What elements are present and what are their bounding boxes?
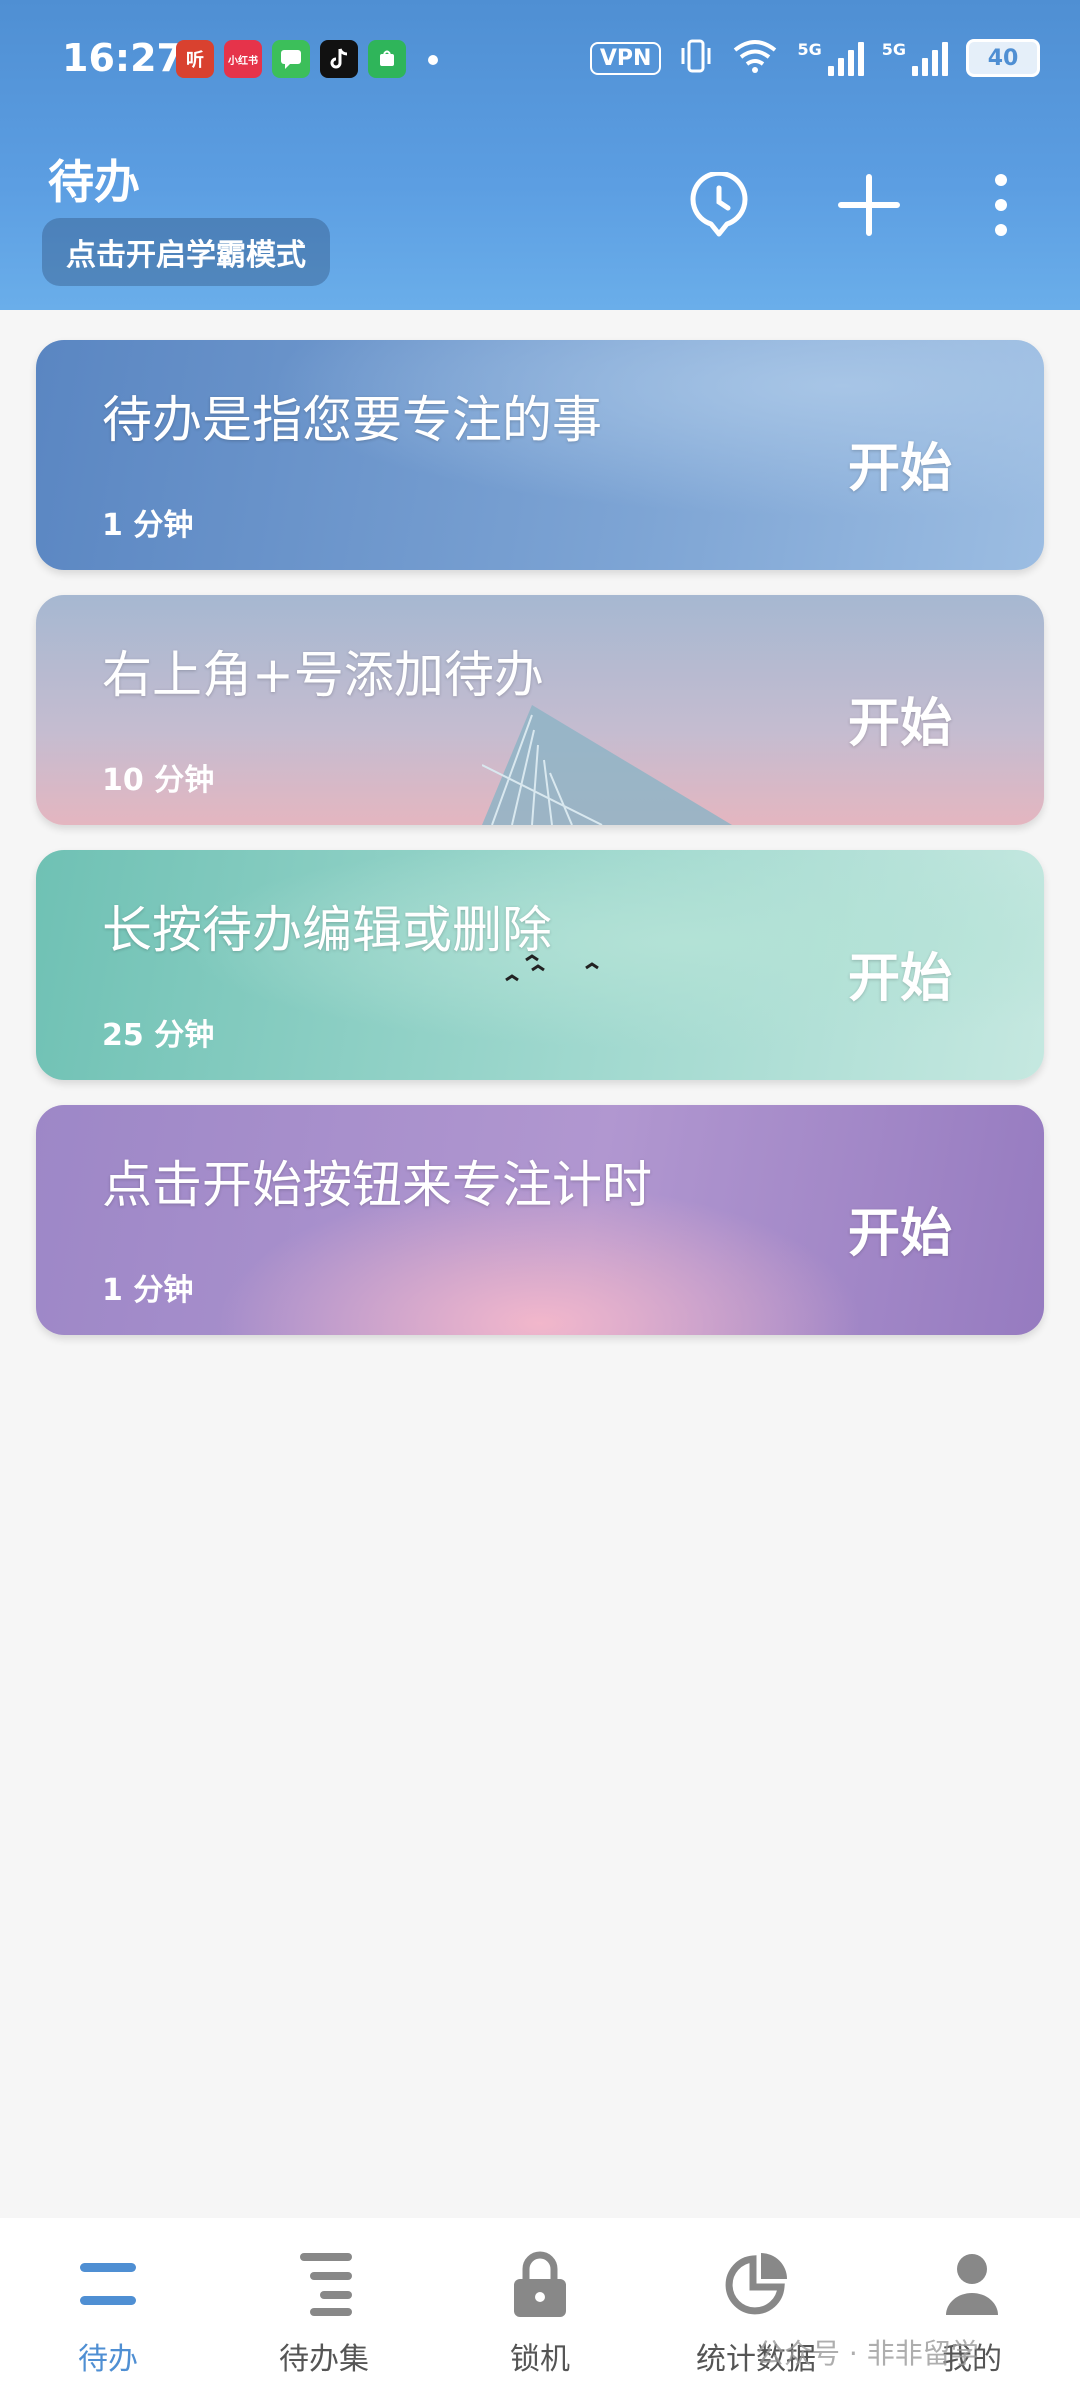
clock-icon[interactable] [684, 170, 754, 240]
start-button[interactable]: 开始 [848, 681, 952, 756]
nav-label: 锁机 [510, 2342, 570, 2377]
task-list: 待办是指您要专注的事 1 分钟 开始 右上角+号添加待办 10 分钟 开始 长按… [36, 340, 1044, 1360]
task-label: 待办是指您要专注的事 [102, 391, 602, 449]
task-card[interactable]: 长按待办编辑或删除 25 分钟 开始 [36, 850, 1044, 1080]
more-notifications-dot [428, 55, 438, 65]
start-button[interactable]: 开始 [848, 426, 952, 501]
task-card[interactable]: 点击开始按钮来专注计时 1 分钟 开始 [36, 1105, 1044, 1335]
nav-item-todo[interactable]: 待办 [0, 2218, 216, 2400]
status-time: 16:27 [62, 36, 183, 80]
bottom-nav: 待办 待办集 锁机 统计数据 我的 [0, 2218, 1080, 2400]
study-mode-button[interactable]: 点击开启学霸模式 [42, 218, 330, 286]
start-button[interactable]: 开始 [848, 936, 952, 1011]
vibrate-icon [679, 38, 713, 78]
lock-icon [504, 2248, 576, 2320]
signal-icon-1: 5G [797, 40, 864, 76]
notification-icons: 听 小红书 [176, 40, 438, 80]
nav-item-lock[interactable]: 锁机 [432, 2218, 648, 2400]
nav-label: 待办 [78, 2342, 138, 2377]
more-options-icon[interactable] [966, 170, 1036, 240]
task-duration: 25 分钟 [102, 1018, 215, 1053]
nav-item-stats[interactable]: 统计数据 [648, 2218, 864, 2400]
watermark: 公众号 · 非非留学 [756, 2337, 979, 2370]
task-duration: 10 分钟 [102, 763, 215, 798]
battery-icon: 40 [966, 39, 1040, 77]
message-app-icon [272, 40, 310, 78]
app-header: 16:27 听 小红书 VPN 5G 5G 40 待办 点击开启学霸模式 [0, 0, 1080, 310]
task-card[interactable]: 待办是指您要专注的事 1 分钟 开始 [36, 340, 1044, 570]
tiktok-app-icon [320, 40, 358, 78]
todo-set-icon [288, 2248, 360, 2320]
task-label: 点击开始按钮来专注计时 [102, 1156, 652, 1214]
vpn-icon: VPN [589, 41, 662, 75]
stats-icon [720, 2248, 792, 2320]
listen-app-icon: 听 [176, 40, 214, 78]
page-title: 待办 [48, 155, 140, 209]
nav-item-todo-set[interactable]: 待办集 [216, 2218, 432, 2400]
task-card[interactable]: 右上角+号添加待办 10 分钟 开始 [36, 595, 1044, 825]
xiaohongshu-app-icon: 小红书 [224, 40, 262, 78]
wifi-icon [731, 38, 779, 78]
task-duration: 1 分钟 [102, 1273, 194, 1308]
nav-label: 待办集 [279, 2342, 369, 2377]
task-label: 右上角+号添加待办 [102, 646, 544, 704]
task-duration: 1 分钟 [102, 508, 194, 543]
building-image [482, 705, 732, 825]
signal-icon-2: 5G [882, 40, 948, 76]
system-icons: VPN 5G 5G 40 [589, 38, 1040, 78]
start-button[interactable]: 开始 [848, 1191, 952, 1266]
status-bar: 16:27 听 小红书 VPN 5G 5G 40 [0, 0, 1080, 120]
profile-icon [936, 2248, 1008, 2320]
todo-icon [72, 2248, 144, 2320]
shop-app-icon [368, 40, 406, 78]
add-icon[interactable] [834, 170, 904, 240]
nav-item-profile[interactable]: 我的 [864, 2218, 1080, 2400]
task-label: 长按待办编辑或删除 [102, 901, 552, 959]
